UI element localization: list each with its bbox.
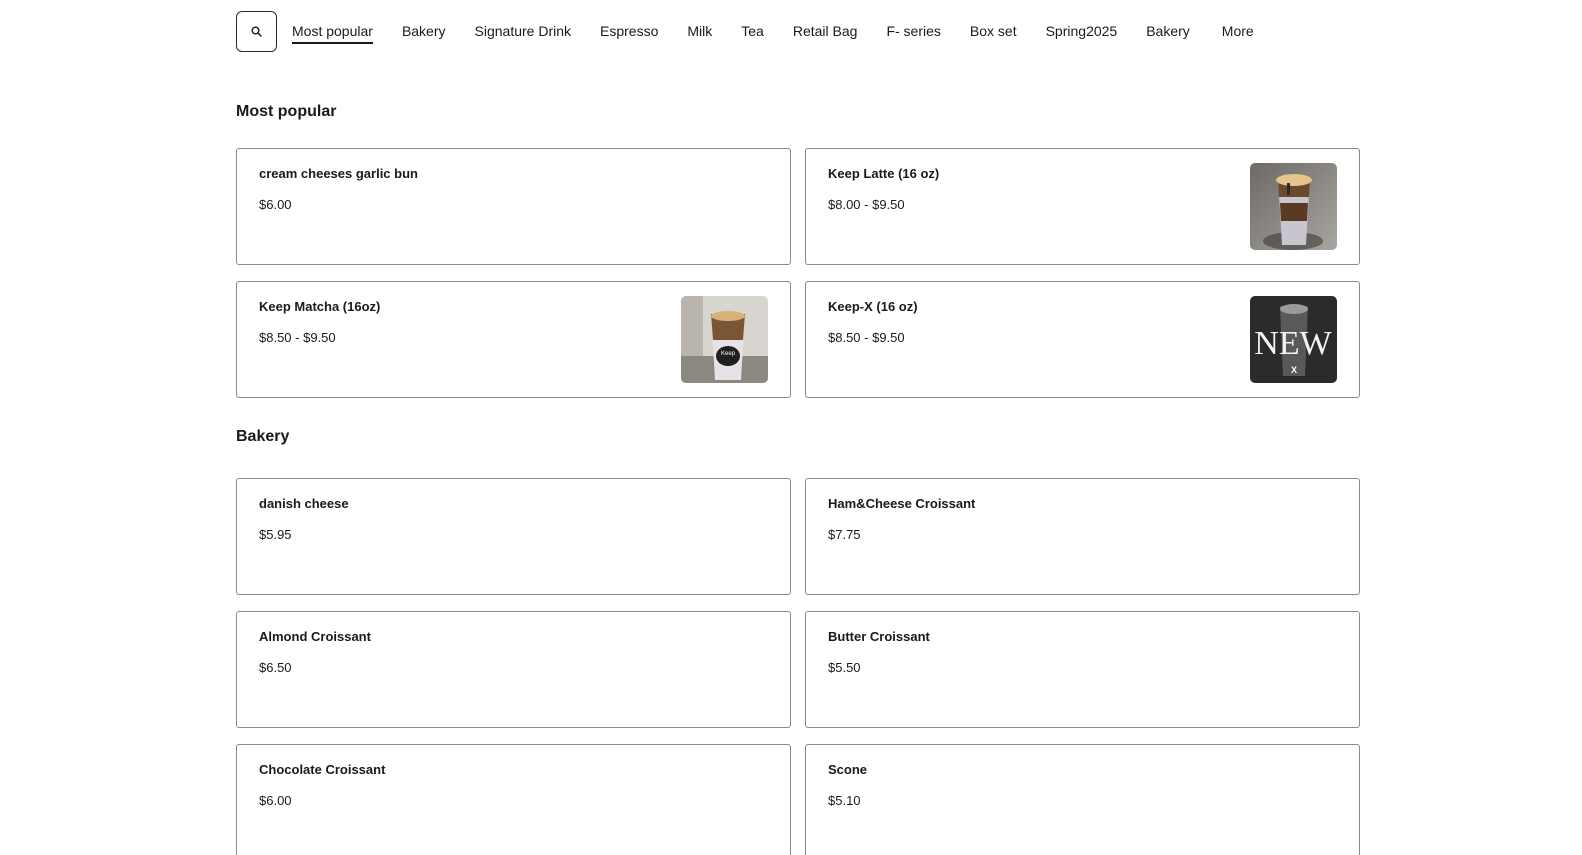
- nav-tab-tea[interactable]: Tea: [741, 10, 764, 52]
- menu-item-card[interactable]: cream cheeses garlic bun $6.00: [236, 148, 791, 265]
- item-name: Scone: [828, 762, 868, 777]
- item-name: cream cheeses garlic bun: [259, 166, 418, 181]
- item-price: $7.75: [828, 527, 861, 542]
- nav-tab-milk[interactable]: Milk: [687, 10, 712, 52]
- menu-item-card[interactable]: Chocolate Croissant $6.00: [236, 744, 791, 855]
- x-logo-text: X: [1291, 365, 1297, 375]
- item-name: Keep-X (16 oz): [828, 299, 918, 314]
- new-banner-text: NEW: [1254, 325, 1332, 362]
- item-name: Chocolate Croissant: [259, 762, 386, 777]
- menu-item-card[interactable]: danish cheese $5.95: [236, 478, 791, 595]
- item-image-keep-latte: [1250, 163, 1337, 250]
- section-title-most-popular: Most popular: [236, 103, 337, 120]
- nav-tab-f-series[interactable]: F- series: [886, 10, 940, 52]
- item-name: Ham&Cheese Croissant: [828, 496, 976, 511]
- item-name: Keep Latte (16 oz): [828, 166, 940, 181]
- menu-item-card[interactable]: Scone $5.10: [805, 744, 1360, 855]
- menu-item-card[interactable]: Keep Latte (16 oz) $8.00 - $9.50: [805, 148, 1360, 265]
- nav-tab-most-popular[interactable]: Most popular: [292, 10, 373, 52]
- section-title-bakery: Bakery: [236, 428, 290, 445]
- item-name: danish cheese: [259, 496, 349, 511]
- nav-tab-box-set[interactable]: Box set: [970, 10, 1017, 52]
- item-name: Keep Matcha (16oz): [259, 299, 381, 314]
- item-price: $5.50: [828, 660, 861, 675]
- nav-tab-espresso[interactable]: Espresso: [600, 10, 658, 52]
- item-price: $5.95: [259, 527, 292, 542]
- nav-tab-bakery[interactable]: Bakery: [402, 10, 446, 52]
- item-price: $6.00: [259, 197, 292, 212]
- menu-item-card[interactable]: Keep-X (16 oz) $8.50 - $9.50 NEW X: [805, 281, 1360, 398]
- menu-item-card[interactable]: Almond Croissant $6.50: [236, 611, 791, 728]
- item-price: $6.00: [259, 793, 292, 808]
- search-button[interactable]: [236, 10, 277, 52]
- menu-item-card[interactable]: Keep Matcha (16oz) $8.50 - $9.50 Keep: [236, 281, 791, 398]
- nav-tab-retail-bag[interactable]: Retail Bag: [793, 10, 858, 52]
- category-nav: Most popular Bakery Signature Drink Espr…: [236, 10, 1254, 52]
- menu-item-card[interactable]: Butter Croissant $5.50: [805, 611, 1360, 728]
- search-icon: [251, 26, 262, 37]
- nav-more-button[interactable]: More: [1222, 10, 1254, 52]
- item-image-keep-matcha: Keep: [681, 296, 768, 383]
- item-image-keep-x: NEW X: [1250, 296, 1337, 383]
- item-price: $8.50 - $9.50: [259, 330, 336, 345]
- menu-page: Most popular Bakery Signature Drink Espr…: [0, 0, 1582, 855]
- menu-item-card[interactable]: Ham&Cheese Croissant $7.75: [805, 478, 1360, 595]
- item-name: Butter Croissant: [828, 629, 930, 644]
- item-name: Almond Croissant: [259, 629, 371, 644]
- item-price: $5.10: [828, 793, 861, 808]
- nav-tab-bakery-2[interactable]: Bakery: [1146, 10, 1190, 52]
- item-price: $8.00 - $9.50: [828, 197, 905, 212]
- item-price: $6.50: [259, 660, 292, 675]
- item-price: $8.50 - $9.50: [828, 330, 905, 345]
- cup-logo-text: Keep: [721, 351, 736, 357]
- nav-tab-signature-drink[interactable]: Signature Drink: [475, 10, 572, 52]
- nav-tab-spring2025[interactable]: Spring2025: [1046, 10, 1118, 52]
